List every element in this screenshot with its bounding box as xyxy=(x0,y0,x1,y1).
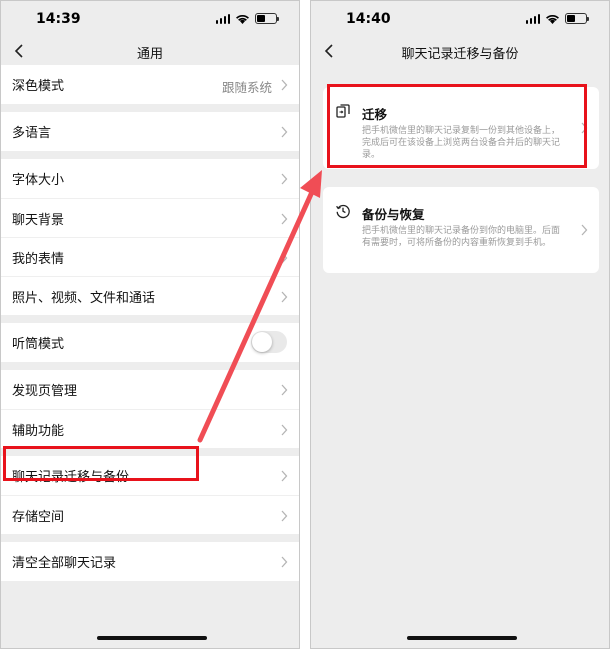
chevron-right-icon xyxy=(281,510,288,522)
settings-group-discover: 发现页管理 辅助功能 xyxy=(1,370,299,448)
row-label: 聊天背景 xyxy=(12,212,65,228)
chevron-right-icon xyxy=(281,79,288,91)
status-time: 14:39 xyxy=(36,11,81,27)
status-bar: 14:40 xyxy=(311,1,609,37)
row-label: 存储空间 xyxy=(12,509,65,525)
cellular-signal-icon xyxy=(525,13,540,24)
chevron-right-icon xyxy=(581,122,588,134)
chevron-right-icon xyxy=(281,556,288,568)
row-label: 深色模式 xyxy=(12,79,65,94)
row-label: 聊天记录迁移与备份 xyxy=(12,470,130,485)
transfer-icon xyxy=(336,104,350,118)
back-button[interactable] xyxy=(317,37,341,65)
chat-migration-backup-screen: 14:40 聊天记录迁移与备份 迁移 把手机微信里的聊天记录复制一份到其他设备上… xyxy=(310,0,610,649)
nav-bar: 通用 xyxy=(1,37,299,65)
settings-group-earpiece: 听筒模式 xyxy=(1,323,299,362)
media-files-calls-row[interactable]: 照片、视频、文件和通话 xyxy=(1,276,299,315)
row-label: 听筒模式 xyxy=(12,337,65,352)
row-label: 我的表情 xyxy=(12,251,65,267)
page-title: 通用 xyxy=(136,47,163,62)
my-stickers-row[interactable]: 我的表情 xyxy=(1,237,299,276)
settings-group-appearance: 字体大小 聊天背景 我的表情 照片、视频、文件和通话 xyxy=(1,159,299,315)
chevron-right-icon xyxy=(281,291,288,303)
earpiece-mode-row: 听筒模式 xyxy=(1,323,299,362)
settings-group-language: 多语言 xyxy=(1,112,299,151)
row-label: 照片、视频、文件和通话 xyxy=(12,290,156,306)
chevron-right-icon xyxy=(281,252,288,264)
wifi-icon xyxy=(236,14,249,24)
clear-all-chat-history-row[interactable]: 清空全部聊天记录 xyxy=(1,542,299,581)
settings-group-display: 深色模式 跟随系统 xyxy=(1,65,299,104)
settings-group-storage: 聊天记录迁移与备份 存储空间 xyxy=(1,456,299,534)
row-label: 多语言 xyxy=(12,126,52,141)
row-label: 发现页管理 xyxy=(12,384,78,399)
card-title: 迁移 xyxy=(362,107,388,122)
status-time: 14:40 xyxy=(346,11,391,27)
chevron-right-icon xyxy=(281,470,288,482)
row-value: 跟随系统 xyxy=(221,80,272,95)
toggle-knob xyxy=(252,332,272,352)
status-icons xyxy=(525,13,589,24)
row-label: 字体大小 xyxy=(12,173,65,188)
chevron-right-icon xyxy=(281,213,288,225)
storage-row[interactable]: 存储空间 xyxy=(1,495,299,534)
back-button[interactable] xyxy=(7,37,31,65)
home-indicator xyxy=(97,636,207,640)
row-label: 辅助功能 xyxy=(12,423,65,439)
chevron-left-icon xyxy=(14,44,23,58)
language-row[interactable]: 多语言 xyxy=(1,112,299,151)
battery-icon xyxy=(255,13,279,24)
migrate-card[interactable]: 迁移 把手机微信里的聊天记录复制一份到其他设备上，完成后可在该设备上浏览两台设备… xyxy=(323,87,599,169)
row-label: 清空全部聊天记录 xyxy=(12,556,117,571)
chevron-right-icon xyxy=(581,224,588,236)
page-title: 聊天记录迁移与备份 xyxy=(401,47,519,62)
chevron-right-icon xyxy=(281,126,288,138)
status-bar: 14:39 xyxy=(1,1,299,37)
accessibility-row[interactable]: 辅助功能 xyxy=(1,409,299,448)
home-indicator xyxy=(407,636,517,640)
chat-history-migration-backup-row[interactable]: 聊天记录迁移与备份 xyxy=(1,456,299,495)
wifi-icon xyxy=(546,14,559,24)
nav-bar: 聊天记录迁移与备份 xyxy=(311,37,609,65)
chevron-right-icon xyxy=(281,384,288,396)
backup-restore-card[interactable]: 备份与恢复 把手机微信里的聊天记录备份到你的电脑里。后面有需要时，可将所备份的内… xyxy=(323,187,599,273)
discover-management-row[interactable]: 发现页管理 xyxy=(1,370,299,409)
card-description: 把手机微信里的聊天记录复制一份到其他设备上，完成后可在该设备上浏览两台设备合并后… xyxy=(362,126,561,160)
status-icons xyxy=(215,13,279,24)
dark-mode-row[interactable]: 深色模式 跟随系统 xyxy=(1,65,299,104)
general-settings-screen: 14:39 通用 深色模式 跟随系统 多语言 字体大小 聊天背景 我的表情 照片… xyxy=(0,0,300,649)
chevron-right-icon xyxy=(281,424,288,436)
chat-background-row[interactable]: 聊天背景 xyxy=(1,198,299,237)
history-icon xyxy=(336,204,350,219)
font-size-row[interactable]: 字体大小 xyxy=(1,159,299,198)
card-description: 把手机微信里的聊天记录备份到你的电脑里。后面有需要时，可将所备份的内容重新恢复到… xyxy=(362,226,561,248)
chevron-left-icon xyxy=(324,44,333,58)
earpiece-mode-toggle[interactable] xyxy=(251,331,287,353)
battery-icon xyxy=(565,13,589,24)
card-title: 备份与恢复 xyxy=(362,207,425,222)
cellular-signal-icon xyxy=(215,13,230,24)
settings-group-clear: 清空全部聊天记录 xyxy=(1,542,299,581)
chevron-right-icon xyxy=(281,173,288,185)
